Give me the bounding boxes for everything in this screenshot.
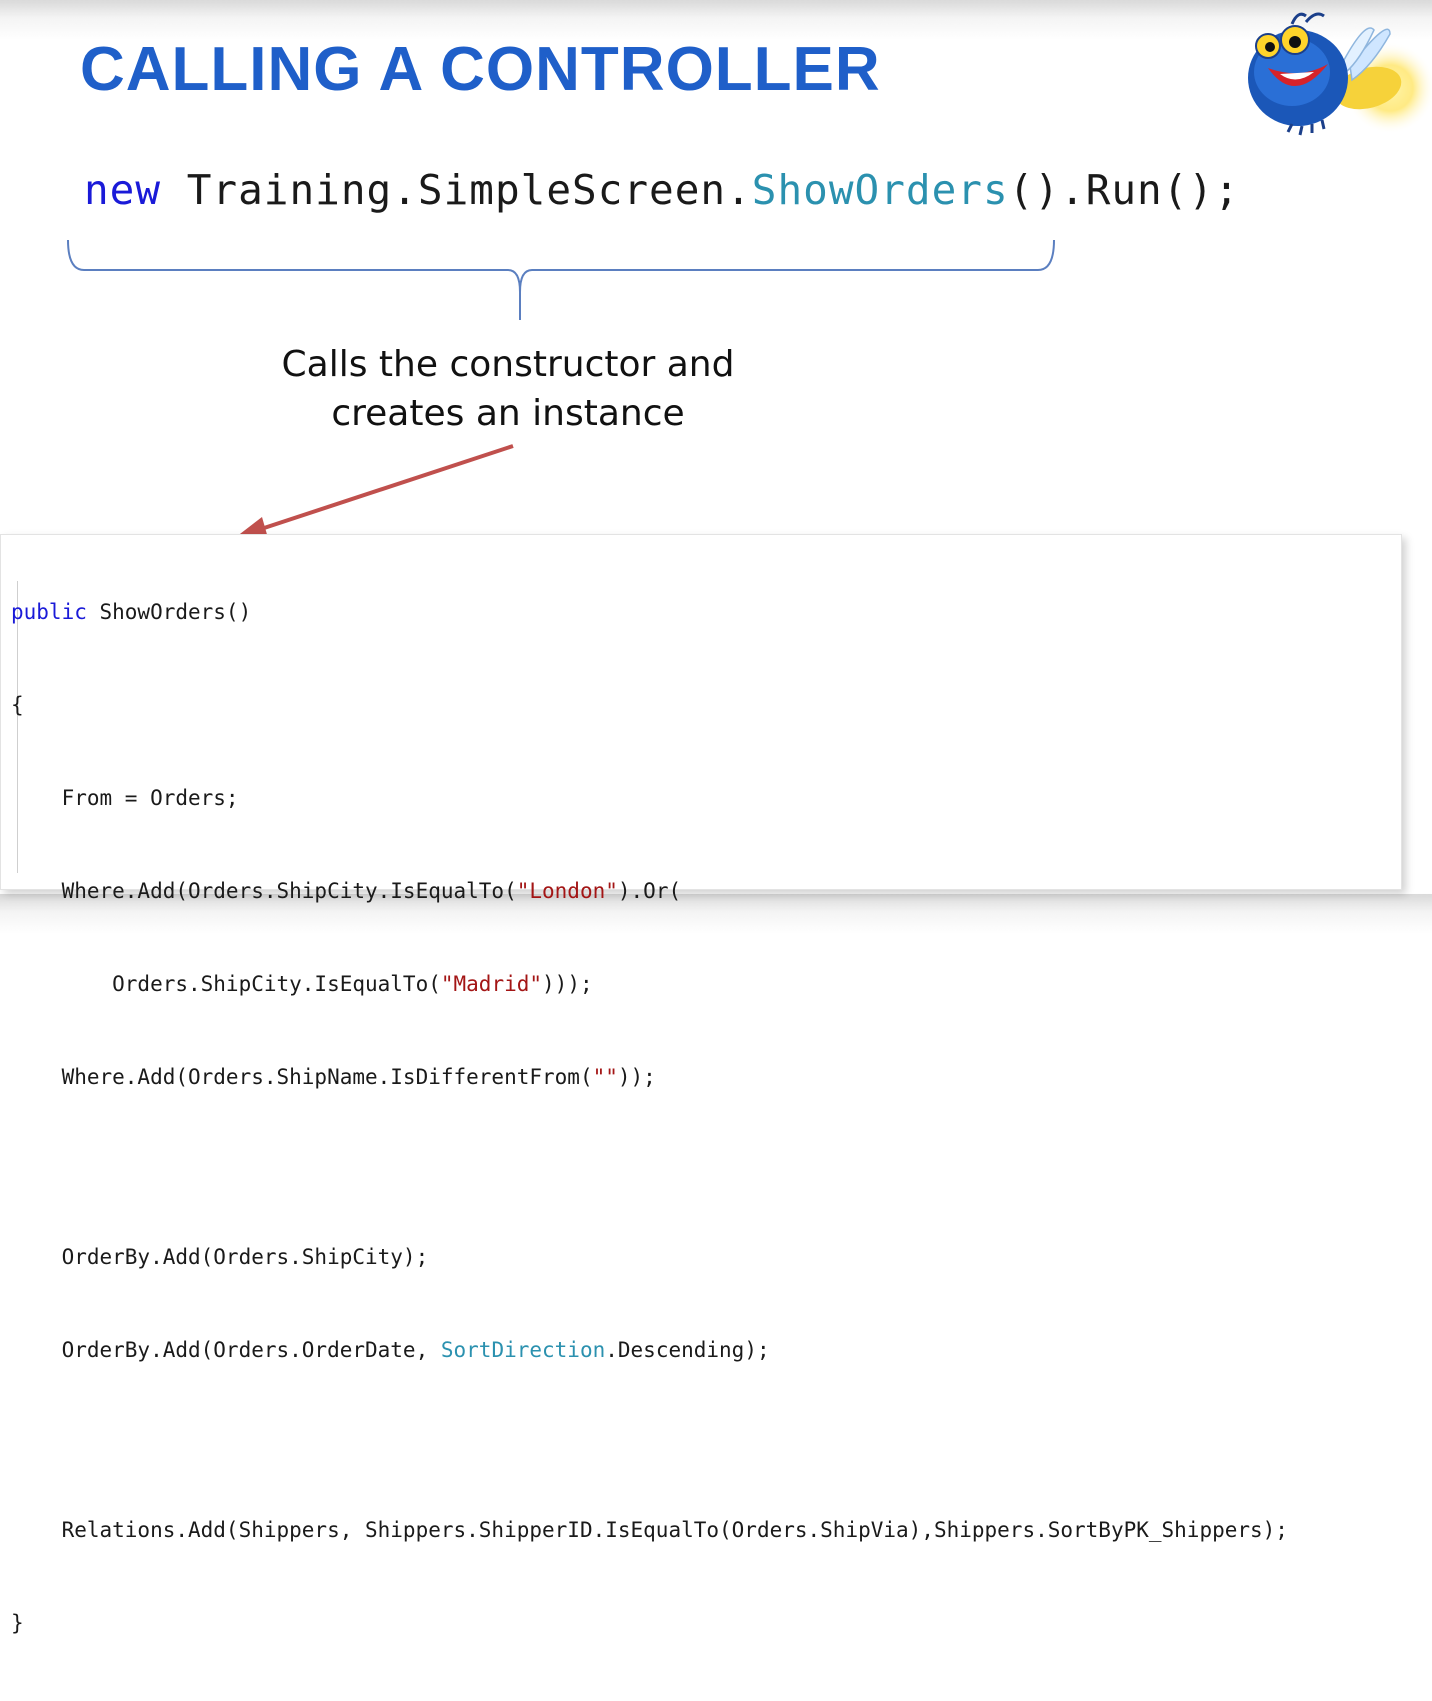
code-string: "" <box>592 1065 618 1089</box>
code-keyword-new: new <box>84 166 162 214</box>
code-line: Orders.ShipCity.IsEqualTo("Madrid"))); <box>11 969 1288 1000</box>
constructor-code: public ShowOrders() { From = Orders; Whe… <box>11 535 1288 1701</box>
code-class-name: ShowOrders <box>751 166 1009 214</box>
curly-brace <box>67 239 1055 320</box>
caption-text: Calls the constructor and creates an inst… <box>258 340 758 438</box>
code-text: .Descending); <box>605 1338 770 1362</box>
code-line: OrderBy.Add(Orders.OrderDate, SortDirect… <box>11 1335 1288 1366</box>
code-line: Where.Add(Orders.ShipCity.IsEqualTo("Lon… <box>11 876 1288 907</box>
code-text: ).Or( <box>617 879 682 903</box>
code-line: public ShowOrders() <box>11 597 1288 628</box>
code-method-call: ().Run(); <box>1008 166 1240 214</box>
code-line: OrderBy.Add(Orders.ShipCity); <box>11 1245 429 1269</box>
code-text: Orders.ShipCity.IsEqualTo( <box>11 972 441 996</box>
slide-title: CALLING A CONTROLLER <box>80 35 881 104</box>
code-string: "London" <box>516 879 618 903</box>
code-line: } <box>11 1611 24 1635</box>
code-text: OrderBy.Add(Orders.OrderDate, <box>11 1338 441 1362</box>
code-type: SortDirection <box>440 1338 606 1362</box>
code-string: "Madrid" <box>440 972 543 996</box>
caption-line-1: Calls the constructor and <box>281 344 735 385</box>
code-text: Where.Add(Orders.ShipName.IsDifferentFro… <box>11 1065 593 1089</box>
pointer-arrow-line <box>257 444 514 532</box>
code-text: )); <box>617 1065 656 1089</box>
code-constructor-name: ShowOrders() <box>86 600 252 624</box>
caption-line-2: creates an instance <box>331 393 685 434</box>
code-line: Where.Add(Orders.ShipName.IsDifferentFro… <box>11 1062 1288 1093</box>
code-keyword-public: public <box>11 600 87 624</box>
code-namespace: Training.SimpleScreen. <box>161 166 752 214</box>
firefly-mascot-logo <box>1248 12 1432 136</box>
code-text: ))); <box>542 972 593 996</box>
controller-call-code: new Training.SimpleScreen.ShowOrders().R… <box>84 166 1240 214</box>
code-line: Relations.Add(Shippers, Shippers.Shipper… <box>11 1518 1288 1542</box>
constructor-code-panel: public ShowOrders() { From = Orders; Whe… <box>0 534 1402 1635</box>
code-line: { <box>11 693 24 717</box>
code-line: From = Orders; <box>11 786 239 810</box>
code-text: Where.Add(Orders.ShipCity.IsEqualTo( <box>11 879 517 903</box>
